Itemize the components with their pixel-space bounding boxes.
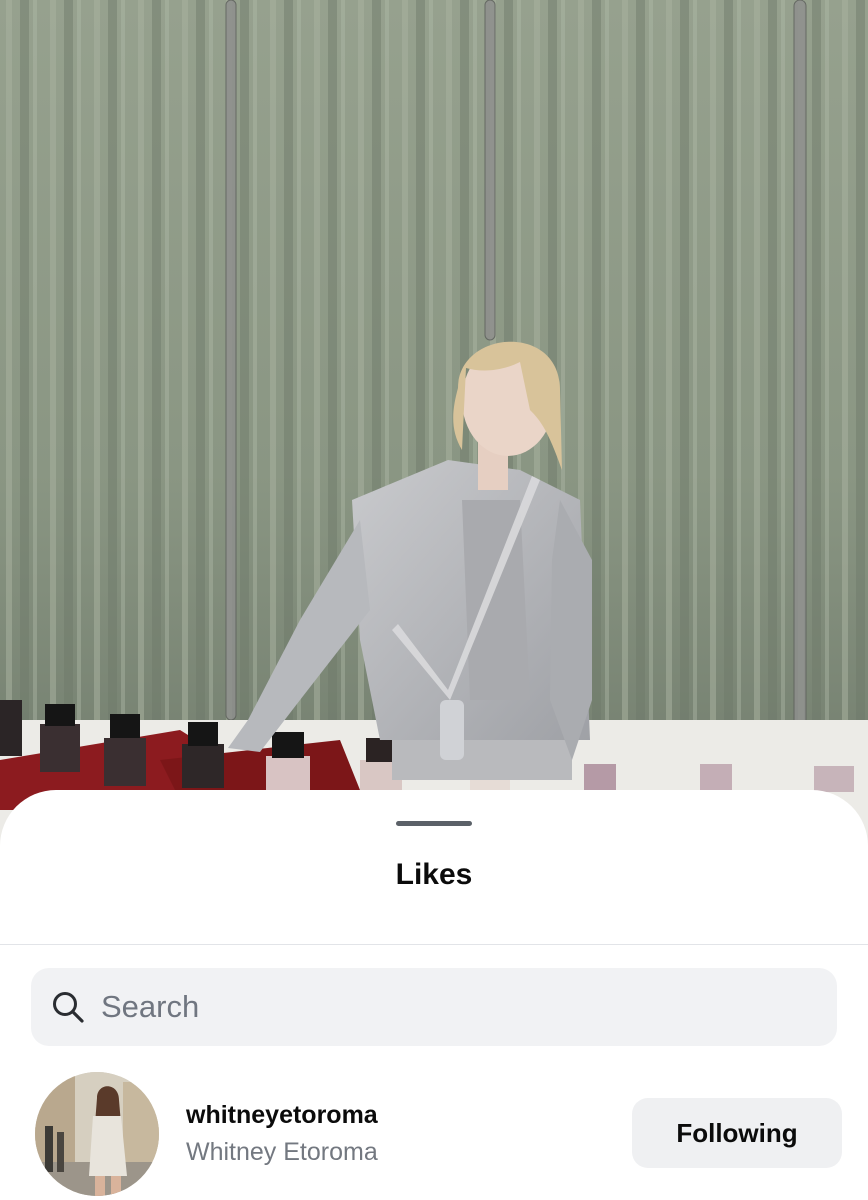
- full-name: Whitney Etoroma: [186, 1138, 378, 1166]
- screen: Likes Search whitneyetoroma Whitney Etor…: [0, 0, 868, 1200]
- username[interactable]: whitneyetoroma: [186, 1101, 378, 1130]
- list-item[interactable]: whitneyetoroma Whitney Etoroma Following: [0, 1070, 868, 1196]
- post-photo: [0, 0, 868, 860]
- search-input[interactable]: [101, 968, 821, 1046]
- divider: [0, 944, 868, 945]
- sheet-title: Likes: [395, 858, 473, 891]
- following-button[interactable]: Following: [632, 1098, 842, 1168]
- sheet-grabber-handle[interactable]: [396, 821, 472, 826]
- likes-sheet: Likes Search whitneyetoroma Whitney Etor…: [0, 790, 868, 1200]
- avatar[interactable]: [35, 1072, 159, 1196]
- search-bar[interactable]: [31, 968, 837, 1046]
- search-icon: [53, 992, 84, 1023]
